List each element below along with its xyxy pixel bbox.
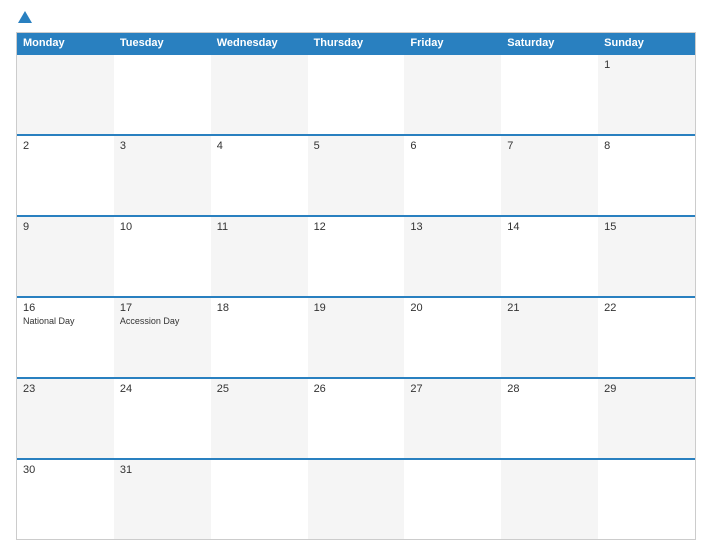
calendar-cell (404, 55, 501, 134)
day-number: 8 (604, 140, 689, 152)
calendar-header: Monday Tuesday Wednesday Thursday Friday… (17, 33, 695, 53)
day-number: 9 (23, 221, 108, 233)
header (16, 12, 696, 24)
calendar-row: 30 31 (17, 458, 695, 539)
calendar-cell (308, 55, 405, 134)
calendar-cell: 15 (598, 217, 695, 296)
day-number: 14 (507, 221, 592, 233)
calendar-cell: 21 (501, 298, 598, 377)
weekday-sunday: Sunday (598, 33, 695, 53)
weekday-thursday: Thursday (308, 33, 405, 53)
calendar-cell: 4 (211, 136, 308, 215)
calendar-cell: 31 (114, 460, 211, 539)
day-number: 20 (410, 302, 495, 314)
calendar-cell (598, 460, 695, 539)
calendar-cell: 22 (598, 298, 695, 377)
day-number: 28 (507, 383, 592, 395)
calendar-cell: 2 (17, 136, 114, 215)
day-number: 26 (314, 383, 399, 395)
calendar-cell: 29 (598, 379, 695, 458)
logo-triangle-icon (18, 11, 32, 23)
calendar-cell: 8 (598, 136, 695, 215)
calendar-cell (308, 460, 405, 539)
calendar-body: 12345678910111213141516National Day17Acc… (17, 53, 695, 539)
day-number: 24 (120, 383, 205, 395)
day-number: 18 (217, 302, 302, 314)
calendar-cell (501, 55, 598, 134)
calendar-cell: 25 (211, 379, 308, 458)
day-event: National Day (23, 316, 108, 327)
calendar: Monday Tuesday Wednesday Thursday Friday… (16, 32, 696, 540)
day-number: 12 (314, 221, 399, 233)
calendar-cell: 27 (404, 379, 501, 458)
day-number: 13 (410, 221, 495, 233)
weekday-friday: Friday (404, 33, 501, 53)
day-number: 5 (314, 140, 399, 152)
weekday-monday: Monday (17, 33, 114, 53)
day-number: 1 (604, 59, 689, 71)
calendar-cell: 10 (114, 217, 211, 296)
day-number: 6 (410, 140, 495, 152)
calendar-cell: 28 (501, 379, 598, 458)
day-number: 22 (604, 302, 689, 314)
day-number: 3 (120, 140, 205, 152)
calendar-cell: 26 (308, 379, 405, 458)
day-number: 23 (23, 383, 108, 395)
weekday-saturday: Saturday (501, 33, 598, 53)
calendar-cell (211, 55, 308, 134)
calendar-row: 9 10 11 12 13 14 15 (17, 215, 695, 296)
calendar-cell: 13 (404, 217, 501, 296)
calendar-cell: 17 Accession Day (114, 298, 211, 377)
page: Monday Tuesday Wednesday Thursday Friday… (0, 0, 712, 550)
day-event: Accession Day (120, 316, 205, 327)
calendar-cell: 11 (211, 217, 308, 296)
calendar-row: 2345678 (17, 134, 695, 215)
calendar-cell: 6 (404, 136, 501, 215)
day-number: 15 (604, 221, 689, 233)
calendar-cell: 9 (17, 217, 114, 296)
calendar-cell: 3 (114, 136, 211, 215)
weekday-tuesday: Tuesday (114, 33, 211, 53)
calendar-cell (211, 460, 308, 539)
calendar-cell: 1 (598, 55, 695, 134)
calendar-cell: 24 (114, 379, 211, 458)
calendar-cell: 20 (404, 298, 501, 377)
day-number: 29 (604, 383, 689, 395)
calendar-cell (17, 55, 114, 134)
calendar-cell: 5 (308, 136, 405, 215)
calendar-cell: 16 National Day (17, 298, 114, 377)
calendar-row: 23 24 25 26 27 28 29 (17, 377, 695, 458)
day-number: 30 (23, 464, 108, 476)
day-number: 25 (217, 383, 302, 395)
day-number: 7 (507, 140, 592, 152)
calendar-cell: 23 (17, 379, 114, 458)
calendar-cell (114, 55, 211, 134)
calendar-cell (501, 460, 598, 539)
day-number: 17 (120, 302, 205, 314)
day-number: 16 (23, 302, 108, 314)
calendar-row: 16 National Day 17 Accession Day 18 19 20 21 22 (17, 296, 695, 377)
calendar-cell: 7 (501, 136, 598, 215)
weekday-wednesday: Wednesday (211, 33, 308, 53)
calendar-cell (404, 460, 501, 539)
day-number: 2 (23, 140, 108, 152)
calendar-cell: 30 (17, 460, 114, 539)
calendar-row: 1 (17, 53, 695, 134)
calendar-cell: 18 (211, 298, 308, 377)
day-number: 21 (507, 302, 592, 314)
day-number: 11 (217, 221, 302, 233)
day-number: 10 (120, 221, 205, 233)
day-number: 31 (120, 464, 205, 476)
day-number: 4 (217, 140, 302, 152)
day-number: 27 (410, 383, 495, 395)
calendar-cell: 14 (501, 217, 598, 296)
logo (16, 12, 32, 24)
calendar-cell: 19 (308, 298, 405, 377)
day-number: 19 (314, 302, 399, 314)
calendar-cell: 12 (308, 217, 405, 296)
